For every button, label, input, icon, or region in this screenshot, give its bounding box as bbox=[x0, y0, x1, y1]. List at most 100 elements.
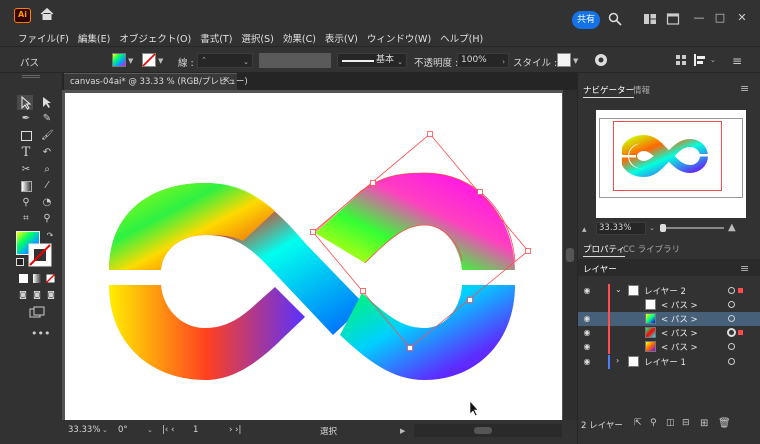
target-circle-icon[interactable] bbox=[728, 315, 735, 322]
none-mode-icon[interactable] bbox=[46, 274, 55, 283]
selection-tool-icon[interactable] bbox=[17, 95, 33, 110]
chevron-down-icon[interactable]: ⌄ bbox=[397, 56, 403, 69]
draw-normal-icon[interactable]: ◙ bbox=[17, 289, 29, 301]
search-icon[interactable] bbox=[608, 12, 622, 26]
variable-width-profile[interactable] bbox=[259, 53, 331, 68]
draw-inside-icon[interactable]: ◙ bbox=[45, 289, 57, 301]
window-icon[interactable] bbox=[666, 12, 680, 26]
export-icon[interactable]: ⇱ bbox=[634, 418, 642, 428]
artboard-nav-next[interactable]: › ›| bbox=[229, 425, 241, 435]
scissors-tool-icon[interactable]: ✂ bbox=[20, 164, 32, 176]
right-loop-upper-path[interactable] bbox=[315, 173, 515, 270]
layer-row-path-3[interactable]: ◉ < パス > bbox=[578, 326, 743, 340]
horizontal-scrollbar-thumb[interactable] bbox=[474, 427, 492, 434]
menu-type[interactable]: 書式(T) bbox=[200, 31, 232, 45]
curvature-tool-icon[interactable]: ✎ bbox=[41, 113, 53, 125]
layer-name[interactable]: レイヤー 1 bbox=[644, 356, 686, 368]
path-name[interactable]: < パス > bbox=[661, 313, 698, 325]
fill-dropdown-icon[interactable]: ▼ bbox=[128, 57, 133, 65]
layer-row-path-1[interactable]: < パス > bbox=[578, 298, 743, 312]
document-tab[interactable]: canvas-04ai* @ 33.33 % (RGB/プレビュー) bbox=[64, 73, 248, 90]
target-circle-icon[interactable] bbox=[728, 301, 735, 308]
stepper-icon[interactable]: ⌃ bbox=[201, 54, 207, 67]
left-loop-outer-path[interactable] bbox=[109, 183, 275, 270]
draw-behind-icon[interactable]: ◙ bbox=[31, 289, 43, 301]
path-name[interactable]: < パス > bbox=[661, 341, 698, 353]
warp-tool-icon[interactable]: ⌕ bbox=[41, 164, 53, 176]
new-sublayer-icon[interactable]: ⊟ bbox=[682, 418, 690, 428]
tab-layers[interactable]: レイヤー bbox=[583, 263, 617, 275]
transform-icon[interactable] bbox=[693, 53, 707, 67]
recolor-artwork-icon[interactable] bbox=[594, 53, 608, 67]
target-circle-icon[interactable] bbox=[728, 287, 735, 294]
fill-swatch[interactable] bbox=[112, 53, 126, 67]
zoom-in-icon[interactable]: ▲ bbox=[728, 222, 736, 233]
arrange-documents-icon[interactable] bbox=[643, 12, 657, 26]
menu-view[interactable]: 表示(V) bbox=[325, 31, 358, 45]
gradient-mode-icon[interactable] bbox=[33, 274, 42, 283]
share-button[interactable]: 共有 bbox=[572, 11, 600, 29]
more-tools-icon[interactable]: ••• bbox=[31, 327, 50, 340]
right-loop-lower-path[interactable] bbox=[340, 285, 515, 380]
color-mode-icon[interactable] bbox=[19, 274, 28, 283]
vertical-scrollbar[interactable] bbox=[563, 90, 577, 420]
eyedropper-tool-icon[interactable]: ⁄ bbox=[41, 180, 53, 192]
rotation-value[interactable]: 0° bbox=[118, 425, 128, 435]
visibility-eye-icon[interactable]: ◉ bbox=[581, 357, 593, 367]
new-layer-icon[interactable]: ⊞ bbox=[700, 418, 708, 429]
stroke-none-swatch[interactable] bbox=[142, 53, 156, 67]
close-button[interactable]: ✕ bbox=[733, 10, 751, 26]
swap-fill-stroke-icon[interactable]: ↷ bbox=[44, 230, 56, 242]
navigator-zoom-slider-thumb[interactable] bbox=[660, 224, 666, 232]
status-menu-icon[interactable]: ▶ bbox=[400, 427, 405, 435]
align-icon[interactable] bbox=[675, 54, 687, 66]
close-tab-icon[interactable]: × bbox=[222, 73, 232, 89]
opacity-field[interactable]: 100% › bbox=[457, 53, 509, 68]
minimize-button[interactable]: — bbox=[690, 10, 708, 26]
zoom-tool-icon[interactable]: ⚲ bbox=[41, 213, 53, 225]
collapse-chevron-icon[interactable]: ⌄ bbox=[615, 285, 622, 294]
navigator-preview[interactable] bbox=[596, 110, 746, 218]
menu-select[interactable]: 選択(S) bbox=[241, 31, 273, 45]
layer-row-layer-1[interactable]: ◉ › レイヤー 1 bbox=[578, 355, 743, 369]
style-dropdown-icon[interactable]: ▼ bbox=[573, 57, 578, 65]
layer-name[interactable]: レイヤー 2 bbox=[644, 285, 686, 297]
rotation-dropdown-icon[interactable]: ⌄ bbox=[147, 426, 153, 434]
target-circle-icon[interactable] bbox=[728, 358, 735, 365]
panel-menu-icon[interactable]: ≡ bbox=[732, 54, 742, 68]
visibility-eye-icon[interactable]: ◉ bbox=[581, 314, 593, 324]
navigator-menu-icon[interactable]: ≡ bbox=[740, 82, 749, 95]
selection-indicator[interactable] bbox=[738, 330, 743, 335]
brush-definition-dropdown[interactable]: 基本 ⌄ bbox=[337, 53, 407, 68]
delete-layer-icon[interactable]: 🗑 bbox=[718, 418, 731, 429]
layer-row-path-2[interactable]: ◉ < パス > bbox=[578, 312, 760, 326]
paintbrush-tool-icon[interactable]: 🖌 bbox=[41, 130, 54, 142]
stroke-weight-field[interactable]: ⌃ ⌄ bbox=[197, 53, 253, 68]
menu-effect[interactable]: 効果(C) bbox=[283, 31, 316, 45]
artboard-nav-prev[interactable]: |‹ ‹ bbox=[162, 425, 174, 435]
gradient-tool-icon[interactable] bbox=[21, 181, 32, 192]
tab-properties[interactable]: プロパティ bbox=[583, 243, 625, 257]
visibility-eye-icon[interactable]: ◉ bbox=[581, 328, 593, 338]
puppet-warp-tool-icon[interactable]: ⚲ bbox=[20, 197, 32, 209]
direct-selection-tool-icon[interactable] bbox=[41, 96, 53, 109]
graphic-style-swatch[interactable] bbox=[557, 53, 571, 67]
artboard-number[interactable]: 1 bbox=[193, 425, 198, 435]
left-loop-lower-path[interactable] bbox=[109, 285, 305, 380]
zoom-level[interactable]: 33.33% bbox=[68, 425, 100, 435]
menu-help[interactable]: ヘルプ(H) bbox=[440, 31, 483, 45]
transform-dropdown-icon[interactable]: ⌄ bbox=[710, 56, 716, 64]
home-icon[interactable] bbox=[40, 7, 54, 21]
menu-file[interactable]: ファイル(F) bbox=[18, 31, 69, 45]
tab-info[interactable]: 情報 bbox=[633, 84, 650, 96]
layer-row-path-4[interactable]: ◉ < パス > bbox=[578, 340, 743, 354]
screen-mode-icon[interactable] bbox=[29, 306, 45, 318]
shape-builder-tool-icon[interactable]: ◔ bbox=[41, 197, 53, 209]
rectangle-tool-icon[interactable] bbox=[21, 131, 32, 141]
visibility-eye-icon[interactable]: ◉ bbox=[581, 342, 593, 352]
artboard[interactable] bbox=[65, 93, 562, 420]
rotate-tool-icon[interactable]: ↶ bbox=[41, 147, 53, 159]
scrollbar-thumb[interactable] bbox=[566, 248, 574, 262]
tab-navigator[interactable]: ナビゲーター bbox=[583, 84, 635, 98]
path-name[interactable]: < パス > bbox=[661, 299, 698, 311]
